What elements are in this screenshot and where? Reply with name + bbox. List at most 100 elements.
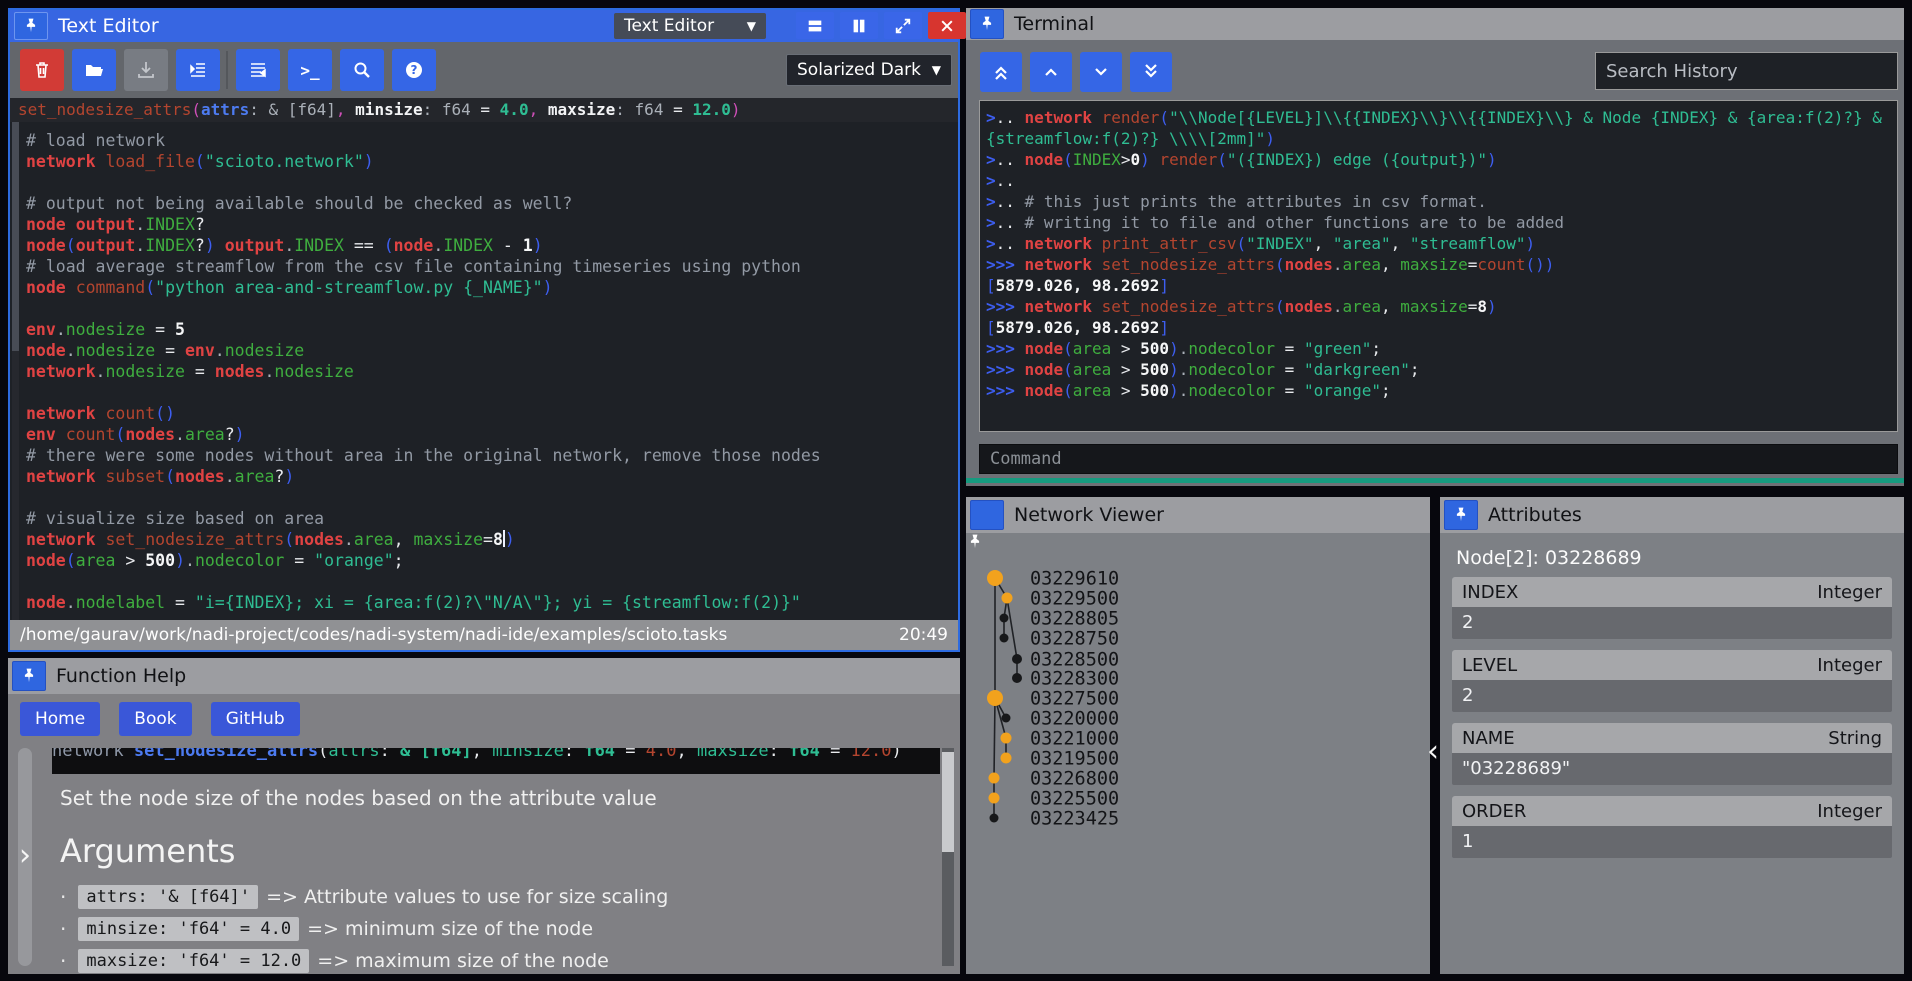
open-file-button[interactable] bbox=[72, 49, 116, 91]
scroll-up-button[interactable] bbox=[1030, 52, 1072, 92]
chevron-right-icon[interactable]: › bbox=[10, 838, 40, 874]
argument-code: maxsize: 'f64' = 12.0 bbox=[78, 949, 309, 973]
network-graph[interactable]: 0322961003229500032288050322875003228500… bbox=[966, 533, 1430, 974]
bullet-icon: · bbox=[60, 885, 66, 909]
network-node-label[interactable]: 03228300 bbox=[1030, 669, 1119, 690]
trash-icon bbox=[32, 60, 52, 80]
arguments-list: · attrs: '& [f64]' => Attribute values to … bbox=[60, 882, 668, 978]
format-indent-button[interactable] bbox=[176, 49, 220, 91]
network-node-label[interactable]: 03220000 bbox=[1030, 709, 1119, 730]
home-button[interactable]: Home bbox=[20, 702, 100, 736]
search-history-input[interactable] bbox=[1595, 52, 1898, 90]
attribute-row[interactable]: INDEXInteger2 bbox=[1452, 577, 1892, 639]
network-node-label[interactable]: 03219500 bbox=[1030, 749, 1119, 770]
pin-icon[interactable] bbox=[14, 12, 48, 40]
help-code-snippet: network set_nodesize_attrs(attrs: & [f64… bbox=[52, 748, 940, 774]
network-edge bbox=[1007, 598, 1017, 659]
terminal-line: >>> network set_nodesize_attrs(nodes.are… bbox=[986, 296, 1891, 317]
network-node-label[interactable]: 03229610 bbox=[1030, 569, 1119, 590]
argument-code: attrs: '& [f64]' bbox=[78, 885, 258, 909]
pin-icon[interactable] bbox=[970, 9, 1004, 39]
command-input[interactable] bbox=[979, 444, 1898, 474]
terminal-prompt-icon: >_ bbox=[300, 61, 319, 80]
scroll-bottom-button[interactable] bbox=[1130, 52, 1172, 92]
format-indent-icon bbox=[188, 60, 208, 80]
network-node-label[interactable]: 03221000 bbox=[1030, 729, 1119, 750]
editor-code-line: network count() bbox=[26, 403, 954, 424]
terminal-output[interactable]: >.. network render("\\Node[{LEVEL}]\\{{I… bbox=[979, 100, 1898, 432]
editor-code-line: node output.INDEX? bbox=[26, 214, 954, 235]
function-signature-bar: set_nodesize_attrs(attrs: & [f64], minsi… bbox=[10, 98, 958, 122]
terminal-line: >>> node(area > 500).nodecolor = "green"… bbox=[986, 338, 1891, 359]
terminal-line: >.. node(INDEX>0) render("({INDEX}) edge… bbox=[986, 149, 1891, 170]
delete-button[interactable] bbox=[20, 49, 64, 91]
attribute-row[interactable]: NAMEString"03228689" bbox=[1452, 723, 1892, 785]
book-button[interactable]: Book bbox=[119, 702, 191, 736]
editor-code-line: node.nodesize = env.nodesize bbox=[26, 340, 954, 361]
editor-code-line: network set_nodesize_attrs(nodes.area, m… bbox=[26, 529, 954, 550]
panel-title: Terminal bbox=[1014, 13, 1094, 35]
network-node-label[interactable]: 03223425 bbox=[1030, 809, 1119, 830]
editor-code-line: # load network bbox=[26, 130, 954, 151]
network-node-label[interactable]: 03228500 bbox=[1030, 650, 1119, 671]
pin-icon[interactable] bbox=[970, 500, 1004, 530]
network-node[interactable] bbox=[989, 793, 1000, 804]
maximize-button[interactable] bbox=[884, 12, 922, 39]
network-node[interactable] bbox=[987, 690, 1003, 706]
collapse-panel-chevron[interactable]: ‹ bbox=[1421, 733, 1445, 771]
network-node[interactable] bbox=[1000, 614, 1009, 623]
editor-code-line: node.nodelabel = "i={INDEX}; xi = {area:… bbox=[26, 592, 954, 613]
github-button[interactable]: GitHub bbox=[211, 702, 300, 736]
function-help-panel: Function Help Home Book GitHub › network… bbox=[8, 658, 960, 974]
network-node[interactable] bbox=[1001, 733, 1012, 744]
attribute-row[interactable]: LEVELInteger2 bbox=[1452, 650, 1892, 712]
network-node-label[interactable]: 03228805 bbox=[1030, 609, 1119, 630]
pin-icon[interactable] bbox=[12, 661, 46, 691]
argument-item: ·maxsize: 'f64' = 12.0=> maximum size of… bbox=[60, 946, 668, 976]
close-button[interactable] bbox=[928, 12, 966, 39]
scroll-down-button[interactable] bbox=[1080, 52, 1122, 92]
pin-icon[interactable] bbox=[1444, 500, 1478, 530]
scroll-top-button[interactable] bbox=[980, 52, 1022, 92]
panel-title: Text Editor bbox=[58, 15, 159, 37]
save-button[interactable] bbox=[124, 49, 168, 91]
network-node-label[interactable]: 03226800 bbox=[1030, 769, 1119, 790]
network-viewer-panel: Network Viewer 0322961003229500032288050… bbox=[966, 497, 1430, 974]
split-horizontal-button[interactable] bbox=[796, 12, 834, 39]
attribute-row[interactable]: ORDERInteger1 bbox=[1452, 796, 1892, 858]
attributes-titlebar: Attributes bbox=[1440, 497, 1904, 533]
help-button[interactable]: ? bbox=[392, 49, 436, 91]
network-node[interactable] bbox=[1002, 593, 1013, 604]
theme-dropdown[interactable]: Solarized Dark ▼ bbox=[786, 54, 952, 86]
network-node[interactable] bbox=[1001, 753, 1012, 764]
editor-code-line: # load average streamflow from the csv f… bbox=[26, 256, 954, 277]
network-node-label[interactable]: 03225500 bbox=[1030, 789, 1119, 810]
network-node[interactable] bbox=[1012, 654, 1022, 664]
editor-code-line bbox=[26, 571, 954, 592]
terminal-line: {streamflow:f(2)?} \\\\[2mm]") bbox=[986, 128, 1891, 149]
panel-type-dropdown[interactable]: Text Editor ▼ bbox=[614, 13, 766, 39]
network-node[interactable] bbox=[989, 773, 1000, 784]
run-terminal-button[interactable]: >_ bbox=[288, 49, 332, 91]
argument-description: => Attribute values to use for size scal… bbox=[266, 886, 668, 908]
attribute-rows: INDEXInteger2 LEVELInteger2 NAMEString"032… bbox=[1452, 577, 1892, 869]
terminal-line: >>> node(area > 500).nodecolor = "orange… bbox=[986, 380, 1891, 401]
double-chevron-up-icon bbox=[991, 62, 1011, 82]
network-node[interactable] bbox=[987, 570, 1003, 586]
network-node-label[interactable]: 03227500 bbox=[1030, 689, 1119, 710]
code-editor-area[interactable]: # load networknetwork load_file("scioto.… bbox=[10, 122, 958, 620]
network-node[interactable] bbox=[1012, 673, 1022, 683]
close-icon bbox=[939, 18, 955, 34]
argument-item: ·minsize: 'f64' = 4.0=> minimum size of … bbox=[60, 914, 668, 944]
format-lines-button[interactable] bbox=[236, 49, 280, 91]
search-button[interactable] bbox=[340, 49, 384, 91]
help-scrollbar-thumb[interactable] bbox=[942, 752, 954, 852]
split-vertical-button[interactable] bbox=[840, 12, 878, 39]
network-node[interactable] bbox=[1000, 634, 1009, 643]
network-node-label[interactable]: 03229500 bbox=[1030, 589, 1119, 610]
network-node[interactable] bbox=[1002, 714, 1011, 723]
network-node-label[interactable]: 03228750 bbox=[1030, 629, 1119, 650]
network-node[interactable] bbox=[990, 814, 999, 823]
editor-scrollbar-thumb[interactable] bbox=[12, 122, 19, 351]
editor-code-line: network load_file("scioto.network") bbox=[26, 151, 954, 172]
